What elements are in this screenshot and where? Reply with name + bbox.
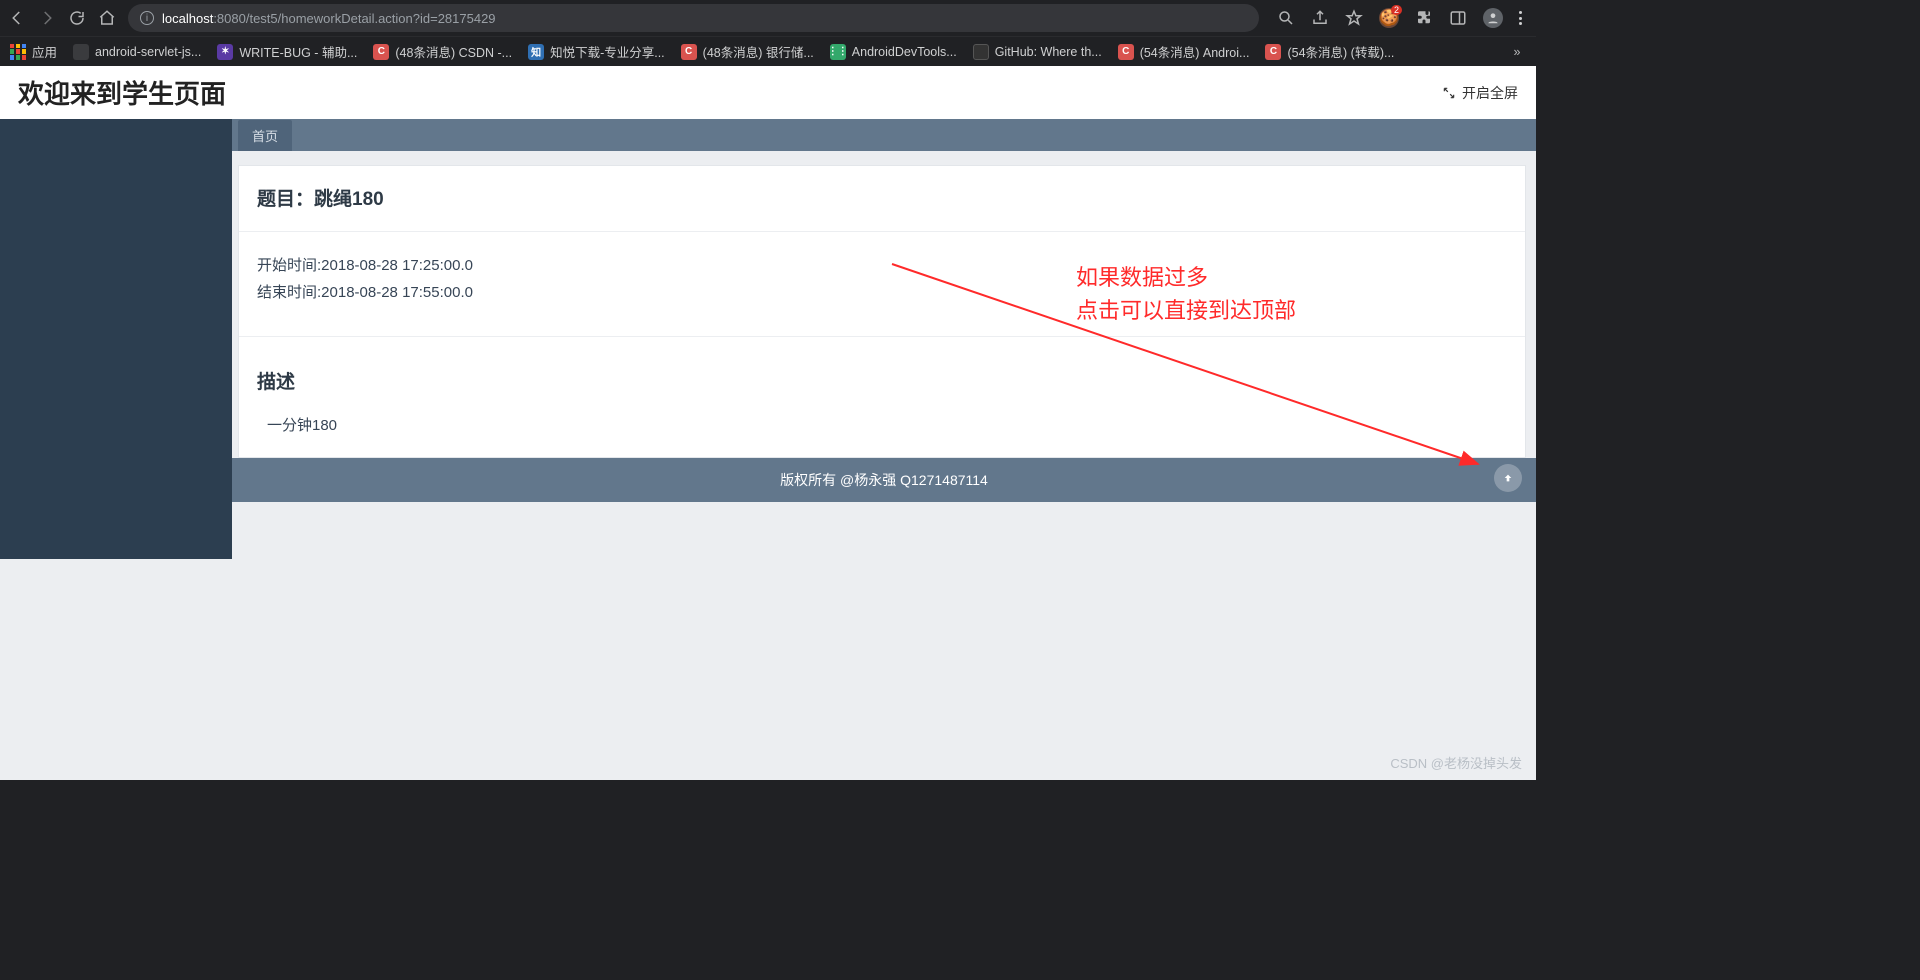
favicon: ⋮⋮ (830, 44, 846, 60)
url-text: localhost:8080/test5/homeworkDetail.acti… (162, 11, 496, 26)
side-panel-icon[interactable] (1449, 9, 1467, 27)
end-time-value: 2018-08-28 17:55:00.0 (321, 284, 473, 301)
homework-title-label: 题目： (257, 189, 314, 210)
reload-button[interactable] (68, 9, 86, 27)
description-text: 一分钟180 (239, 410, 1525, 457)
bookmark-label: (48条消息) CSDN -... (395, 42, 512, 61)
extensions-icon[interactable] (1415, 9, 1433, 27)
overflow-glyph: » (1514, 45, 1521, 59)
homework-panel: 题目：跳绳180 开始时间:2018-08-28 17:25:00.0 结束时间… (238, 165, 1526, 458)
favicon (73, 44, 89, 60)
sidebar (0, 119, 232, 559)
forward-button[interactable] (38, 9, 56, 27)
favicon: 知 (528, 44, 544, 60)
bookmark-item[interactable]: C (54条消息) (转载)... (1265, 42, 1394, 61)
page-root: 欢迎来到学生页面 开启全屏 首页 题目：跳绳180 开始时间:2018-08-2… (0, 66, 1536, 780)
browser-menu-icon[interactable] (1519, 11, 1522, 25)
homework-title: 题目：跳绳180 (239, 166, 1525, 231)
site-info-icon[interactable]: i (140, 11, 154, 25)
bookmarks-bar: 应用 android-servlet-js... ✶ WRITE-BUG - 辅助.… (0, 36, 1536, 66)
favicon: C (681, 44, 697, 60)
page-footer: 版权所有 @杨永强 Q1271487114 (232, 458, 1536, 502)
arrow-up-icon (1500, 470, 1516, 486)
bookmark-item[interactable]: ⋮⋮ AndroidDevTools... (830, 44, 957, 60)
apps-icon (10, 44, 26, 60)
bookmark-label: (48条消息) 银行储... (703, 42, 814, 61)
bookmark-item[interactable]: ✶ WRITE-BUG - 辅助... (217, 42, 357, 61)
favicon: ✶ (217, 44, 233, 60)
copyright-text: 版权所有 @杨永强 Q1271487114 (780, 472, 988, 488)
page-title: 欢迎来到学生页面 (18, 74, 226, 111)
watermark: CSDN @老杨没掉头发 (1390, 753, 1522, 772)
page-body: 首页 题目：跳绳180 开始时间:2018-08-28 17:25:00.0 结… (0, 119, 1536, 559)
favicon: C (1265, 44, 1281, 60)
bookmark-label: WRITE-BUG - 辅助... (239, 42, 357, 61)
back-button[interactable] (8, 9, 26, 27)
favicon (973, 44, 989, 60)
tab-bar: 首页 (232, 119, 1536, 151)
apps-shortcut[interactable]: 应用 (10, 42, 57, 61)
bookmark-item[interactable]: C (54条消息) Androi... (1118, 42, 1250, 61)
share-icon[interactable] (1311, 9, 1329, 27)
fullscreen-icon (1442, 86, 1456, 100)
end-time-label: 结束时间: (257, 284, 321, 301)
main-area: 首页 题目：跳绳180 开始时间:2018-08-28 17:25:00.0 结… (232, 119, 1536, 559)
bookmark-item[interactable]: C (48条消息) CSDN -... (373, 42, 512, 61)
page-header: 欢迎来到学生页面 开启全屏 (0, 66, 1536, 119)
home-button[interactable] (98, 9, 116, 27)
bookmark-item[interactable]: android-servlet-js... (73, 44, 201, 60)
start-time-value: 2018-08-28 17:25:00.0 (321, 257, 473, 274)
star-icon[interactable] (1345, 9, 1363, 27)
bookmark-item[interactable]: C (48条消息) 银行储... (681, 42, 814, 61)
bookmark-label: android-servlet-js... (95, 45, 201, 59)
time-block: 开始时间:2018-08-28 17:25:00.0 结束时间:2018-08-… (239, 232, 1525, 336)
fullscreen-label: 开启全屏 (1462, 83, 1518, 103)
bookmark-label: 知悦下载-专业分享... (550, 42, 665, 61)
bookmark-label: AndroidDevTools... (852, 45, 957, 59)
favicon: C (373, 44, 389, 60)
start-time-row: 开始时间:2018-08-28 17:25:00.0 (257, 252, 1507, 279)
tab-home[interactable]: 首页 (238, 120, 292, 151)
browser-toolbar: i localhost:8080/test5/homeworkDetail.ac… (0, 0, 1536, 36)
bookmark-label: (54条消息) Androi... (1140, 42, 1250, 61)
favicon: C (1118, 44, 1134, 60)
toolbar-right: 🍪 (1271, 8, 1528, 28)
bookmarks-overflow[interactable]: » (1508, 43, 1526, 61)
address-bar[interactable]: i localhost:8080/test5/homeworkDetail.ac… (128, 4, 1259, 32)
scroll-to-top-button[interactable] (1494, 464, 1522, 492)
apps-label: 应用 (32, 42, 57, 61)
fullscreen-toggle[interactable]: 开启全屏 (1442, 83, 1518, 103)
description-heading: 描述 (239, 337, 1525, 410)
end-time-row: 结束时间:2018-08-28 17:55:00.0 (257, 279, 1507, 306)
bookmark-label: GitHub: Where th... (995, 45, 1102, 59)
bookmark-item[interactable]: GitHub: Where th... (973, 44, 1102, 60)
start-time-label: 开始时间: (257, 257, 321, 274)
bookmark-item[interactable]: 知知悦下载-专业分享... (528, 42, 665, 61)
zoom-icon[interactable] (1277, 9, 1295, 27)
extension-badge-icon[interactable]: 🍪 (1379, 8, 1399, 28)
profile-avatar[interactable] (1483, 8, 1503, 28)
homework-title-value: 跳绳180 (314, 189, 384, 210)
bookmark-label: (54条消息) (转载)... (1287, 42, 1394, 61)
